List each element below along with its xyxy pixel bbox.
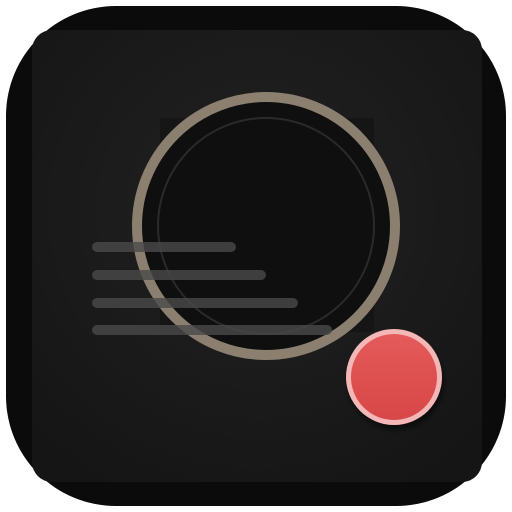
- text-line-3: [92, 298, 298, 308]
- lens-ring: [132, 92, 400, 360]
- text-line-2: [92, 270, 266, 280]
- text-line-4: [92, 325, 332, 335]
- camera-lens-icon: [132, 92, 400, 360]
- record-dot: [351, 334, 437, 420]
- recorder-app-icon: [6, 6, 506, 506]
- app-icon-canvas: [0, 0, 512, 512]
- text-line-1: [92, 242, 236, 252]
